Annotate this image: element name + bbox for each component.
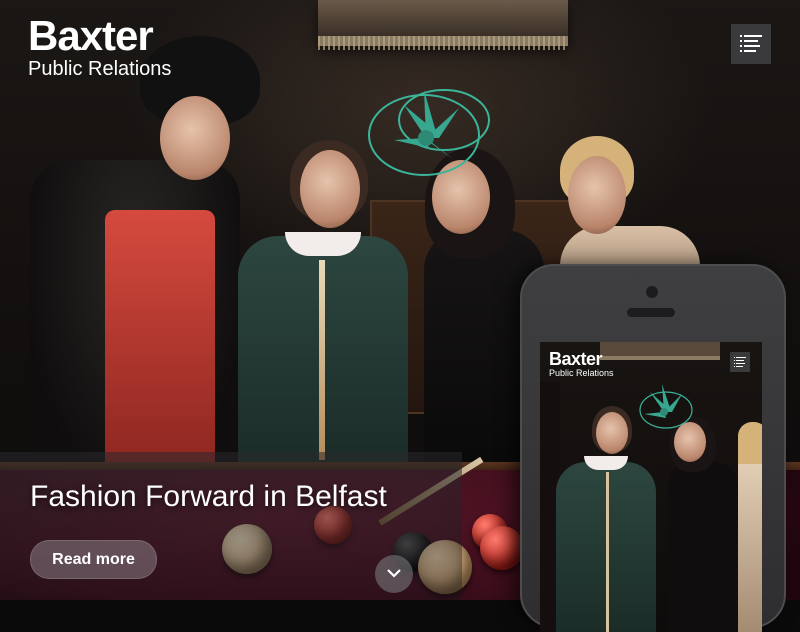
- hero-headline: Fashion Forward in Belfast: [30, 480, 387, 513]
- scroll-down-button[interactable]: [375, 555, 413, 593]
- phone-site-logo[interactable]: Baxter Public Relations: [549, 350, 614, 378]
- menu-button[interactable]: [731, 24, 771, 64]
- menu-list-icon: [740, 35, 762, 52]
- phone-speaker: [627, 308, 675, 317]
- fascinator-icon: [368, 89, 490, 176]
- phone-menu-button[interactable]: [730, 352, 750, 372]
- chevron-down-icon: [387, 569, 401, 578]
- site-logo[interactable]: Baxter Public Relations: [28, 12, 172, 80]
- phone-logo-tagline: Public Relations: [549, 368, 614, 378]
- phone-mockup: Baxter Public Relations: [520, 264, 786, 632]
- menu-list-icon: [734, 357, 746, 367]
- read-more-button[interactable]: Read more: [30, 540, 157, 579]
- fascinator-icon: [639, 384, 693, 429]
- pool-cue: [319, 260, 325, 460]
- phone-screen: Baxter Public Relations: [540, 342, 762, 632]
- logo-tagline: Public Relations: [28, 58, 172, 80]
- phone-logo-name: Baxter: [549, 349, 603, 369]
- phone-camera: [646, 286, 658, 298]
- pool-ball: [480, 526, 524, 570]
- pool-lamp: [600, 342, 720, 360]
- logo-name: Baxter: [28, 12, 154, 59]
- lamp-fringe: [318, 36, 568, 50]
